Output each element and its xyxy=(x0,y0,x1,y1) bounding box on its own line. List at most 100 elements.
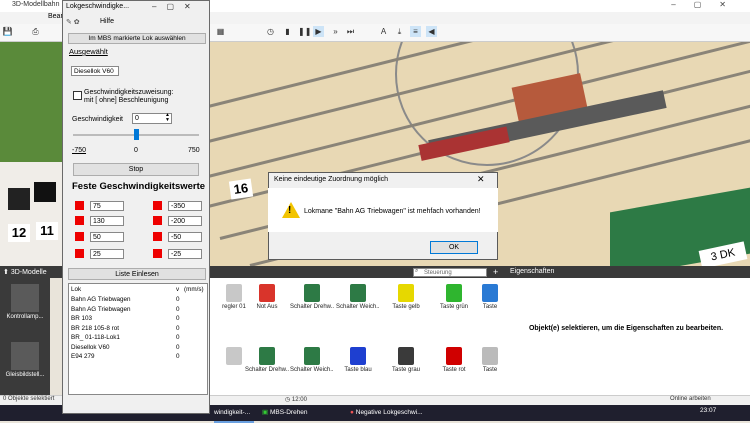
category-item[interactable]: Gleisbildstell... xyxy=(2,342,48,378)
list-item-speed: 0 xyxy=(176,296,180,303)
play-icon[interactable]: ▶ xyxy=(313,26,324,37)
fixed-speed-left-button[interactable] xyxy=(75,201,84,210)
list-item-speed: 0 xyxy=(176,334,180,341)
desk-area xyxy=(0,162,62,266)
download-icon[interactable]: ⤓ xyxy=(394,26,405,37)
search-input[interactable]: Steuerung durchsuchen xyxy=(413,268,487,285)
status-selection: 0 Objekte selektiert xyxy=(3,396,55,402)
fixed-speed-right-button[interactable] xyxy=(153,201,162,210)
browser-icon: ● xyxy=(350,409,354,416)
acceleration-checkbox-label: Geschwindigkeitszuweisung: mit [ ohne] Be… xyxy=(84,89,174,104)
sound-icon[interactable]: ◀ xyxy=(426,26,437,37)
category-item[interactable]: Kontrollamp... xyxy=(2,284,48,320)
stop-button[interactable]: Stop xyxy=(73,163,199,176)
print-icon[interactable]: ⎙ xyxy=(30,26,41,37)
list-item[interactable]: BR_ 01-118-Lok1 xyxy=(71,334,120,341)
fixed-speed-right-value[interactable]: -350 xyxy=(168,201,202,211)
fixed-speed-left-value[interactable]: 75 xyxy=(90,201,124,211)
fixed-speed-left-button[interactable] xyxy=(75,249,84,258)
palette-item[interactable]: Schalter Weich... xyxy=(336,282,380,310)
fixed-speed-left-value[interactable]: 50 xyxy=(90,232,124,242)
tool-icon[interactable]: ✎ ✿ xyxy=(66,18,80,26)
list-item[interactable]: BR 103 xyxy=(71,315,92,322)
control-box xyxy=(8,188,30,210)
palette-item[interactable]: Schalter Drehw... xyxy=(245,345,289,373)
component-icon xyxy=(446,284,462,302)
category-icon xyxy=(11,342,39,370)
taskbar-clock: 23:07 xyxy=(700,407,717,414)
close-icon[interactable]: ✕ xyxy=(477,174,485,185)
palette-item[interactable]: Schalter Drehw... xyxy=(290,282,334,310)
palette-item[interactable]: Taste grau xyxy=(384,345,428,373)
app-icon: ▣ xyxy=(262,409,269,416)
grass-area xyxy=(0,42,62,162)
app-window-controls[interactable]: –▢✕ xyxy=(671,0,744,9)
menu-help[interactable]: Hilfe xyxy=(100,18,114,25)
component-icon xyxy=(398,347,414,365)
palette-item[interactable]: Not Aus xyxy=(245,282,289,310)
grid-icon[interactable]: ▦ xyxy=(215,26,226,37)
list-icon[interactable]: ≡ xyxy=(410,26,421,37)
taskbar-item-browser[interactable]: ● Negative Lokgeschwi... xyxy=(350,405,450,421)
speed-label: Geschwindigkeit xyxy=(72,116,123,123)
taskbar-item-mbs[interactable]: ▣ MBS-Drehen xyxy=(262,405,342,421)
fixed-speed-right-value[interactable]: -50 xyxy=(168,232,202,242)
control-box xyxy=(34,182,56,202)
slider-min-label: -750 xyxy=(72,147,87,154)
list-header-unit: (mm/s) xyxy=(184,286,204,293)
skip-icon[interactable]: ⏭ xyxy=(345,26,356,37)
warning-mark: ! xyxy=(288,205,292,216)
palette-item[interactable]: Taste grün xyxy=(432,282,476,310)
current-loco-field[interactable]: Diesellok V60 xyxy=(71,66,119,76)
speed-stepper[interactable]: ▲ ▼ xyxy=(165,113,170,123)
list-item[interactable]: Diesellok V60 xyxy=(71,344,110,351)
ok-button[interactable]: OK xyxy=(430,241,478,254)
fixed-speed-left-button[interactable] xyxy=(75,232,84,241)
palette-item[interactable]: Taste rot xyxy=(432,345,476,373)
fixed-speed-left-value[interactable]: 130 xyxy=(90,216,124,226)
fixed-speed-right-button[interactable] xyxy=(153,232,162,241)
fixed-speed-left-button[interactable] xyxy=(75,216,84,225)
palette-item[interactable]: Schalter Weich... xyxy=(290,345,334,373)
taskbar-item-lok[interactable]: windigkeit-... xyxy=(214,405,254,423)
list-item-speed: 0 xyxy=(176,324,180,332)
pause-icon[interactable]: ❚❚ xyxy=(298,26,311,37)
palette-item[interactable]: Taste blau xyxy=(336,345,380,373)
select-marked-loco-button[interactable]: Im MBS markierte Lok auswählen xyxy=(68,33,206,44)
fixed-speed-right-value[interactable]: -200 xyxy=(168,216,202,226)
list-item[interactable]: BR 218 105-8 rot xyxy=(71,325,119,332)
palette-item[interactable]: Taste xyxy=(478,345,502,373)
list-item[interactable]: Bahn AG Triebwagen xyxy=(71,306,131,313)
clock-icon[interactable]: ◷ xyxy=(265,26,276,37)
slider-max-label: 750 xyxy=(188,147,200,154)
list-item[interactable]: E94 279 xyxy=(71,353,94,360)
app-title: 3D-Modellbahn xyxy=(12,1,60,8)
list-item[interactable]: Bahn AG Triebwagen xyxy=(71,296,131,303)
read-list-button[interactable]: Liste Einlesen xyxy=(68,268,206,280)
fixed-speed-left-value[interactable]: 25 xyxy=(90,249,124,259)
fast-forward-icon[interactable]: » xyxy=(330,26,341,37)
component-icon xyxy=(259,284,275,302)
text-icon[interactable]: A xyxy=(378,26,389,37)
palette-item[interactable]: Taste gelb xyxy=(384,282,428,310)
component-icon xyxy=(304,284,320,302)
save-icon[interactable]: 💾 xyxy=(2,26,13,37)
fixed-speed-right-value[interactable]: -25 xyxy=(168,249,202,259)
list-item-speed: 0 xyxy=(176,343,180,351)
properties-panel xyxy=(502,278,750,395)
properties-panel-title: Eigenschaften xyxy=(510,268,555,275)
component-icon xyxy=(446,347,462,365)
component-icon xyxy=(350,347,366,365)
app-tab-bear[interactable]: Bear xyxy=(48,13,63,20)
component-icon xyxy=(482,347,498,365)
palette-item[interactable]: Taste xyxy=(478,282,502,310)
speed-slider-thumb[interactable] xyxy=(134,129,139,140)
add-button[interactable]: + xyxy=(493,267,498,277)
split-icon[interactable]: ▮ xyxy=(282,26,293,37)
fixed-speed-right-button[interactable] xyxy=(153,216,162,225)
component-icon xyxy=(226,347,242,365)
scene-label-16: 16 xyxy=(228,178,254,200)
acceleration-checkbox[interactable] xyxy=(73,91,82,100)
lok-window-controls[interactable]: –▢✕ xyxy=(152,2,201,11)
fixed-speed-right-button[interactable] xyxy=(153,249,162,258)
